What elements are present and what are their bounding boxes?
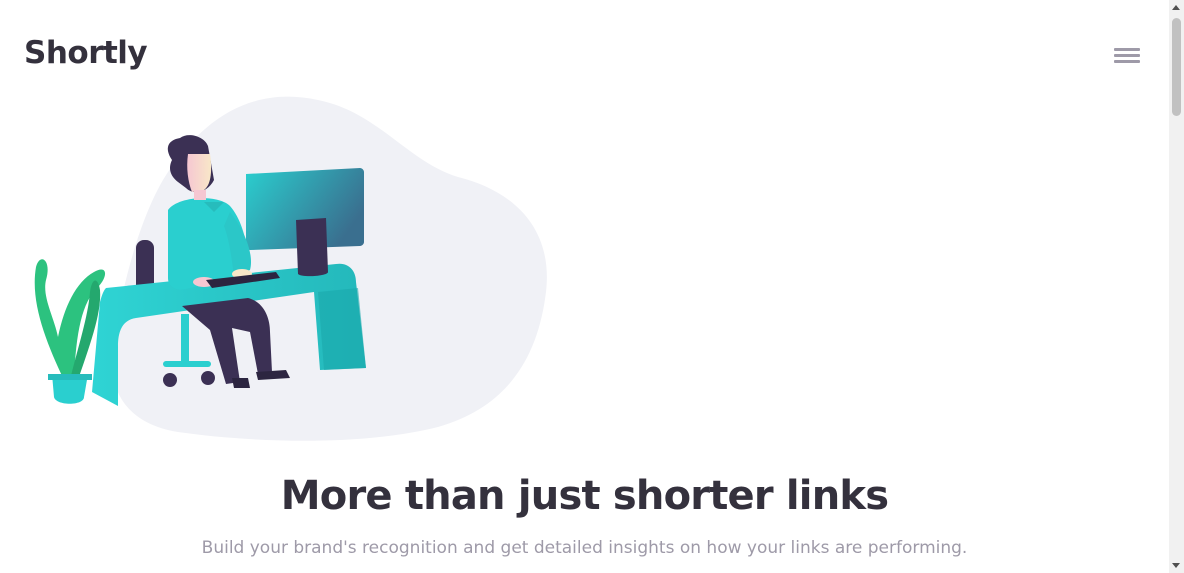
vertical-scrollbar[interactable] <box>1169 0 1184 573</box>
scroll-thumb[interactable] <box>1172 18 1181 116</box>
hamburger-menu-icon[interactable] <box>1110 42 1144 70</box>
menu-bar <box>1114 60 1140 63</box>
hero-subtitle: Build your brand's recognition and get d… <box>201 538 968 558</box>
scroll-up-arrow-icon[interactable] <box>1172 5 1180 10</box>
hero-title: More than just shorter links <box>280 473 889 519</box>
menu-bar <box>1114 48 1140 51</box>
scroll-down-arrow-icon[interactable] <box>1172 563 1180 568</box>
page: Shortly More than just shorter links Bui… <box>0 0 1184 573</box>
logo[interactable]: Shortly <box>24 32 148 74</box>
menu-bar <box>1114 54 1140 57</box>
person-working-illustration <box>34 96 547 441</box>
